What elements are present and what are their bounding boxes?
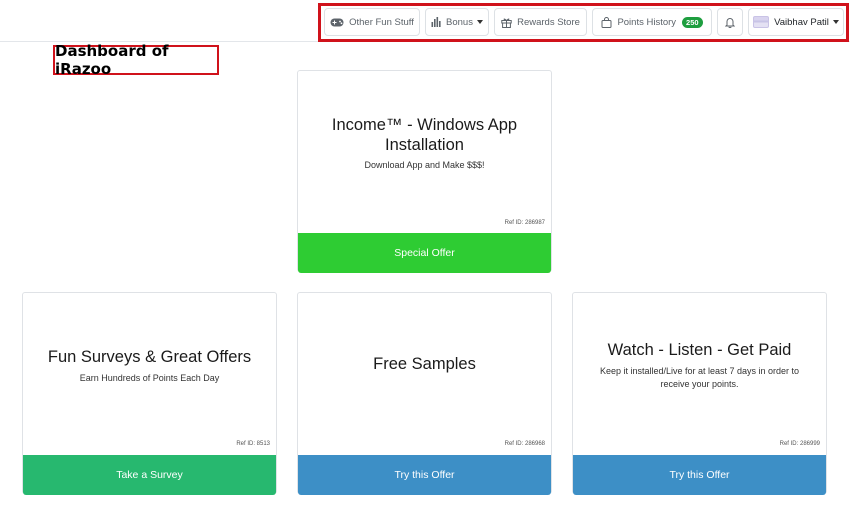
- offer-subtitle: Earn Hundreds of Points Each Day: [79, 373, 220, 383]
- offer-subtitle-line2: receive your points.: [660, 379, 739, 389]
- dashboard-annotation-label: Dashboard of iRazoo: [53, 42, 219, 78]
- offer-title-line1: Income™ - Windows App: [331, 116, 518, 134]
- offer-title-line2: Installation: [385, 136, 464, 154]
- offer-ref-id: Ref ID: 8513: [236, 441, 270, 447]
- offer-subtitle: Download App and Make $$$!: [364, 160, 485, 170]
- offer-card-income: Income™ - Windows App Installation Downl…: [297, 70, 552, 273]
- offer-subtitle-line1: Keep it installed/Live for at least 7 da…: [599, 366, 800, 376]
- offer-title: Free Samples: [373, 355, 476, 373]
- special-offer-button[interactable]: Special Offer: [298, 233, 551, 273]
- offer-title: Watch - Listen - Get Paid: [607, 341, 792, 359]
- offer-card-watch: Watch - Listen - Get Paid Keep it instal…: [572, 292, 827, 495]
- take-survey-button[interactable]: Take a Survey: [23, 455, 276, 495]
- offer-card-samples: Free Samples Ref ID: 286968 Try this Off…: [297, 292, 552, 495]
- offer-ref-id: Ref ID: 286968: [504, 441, 545, 447]
- offer-ref-id: Ref ID: 286999: [779, 441, 820, 447]
- try-offer-button[interactable]: Try this Offer: [298, 455, 551, 495]
- offer-ref-id: Ref ID: 286987: [504, 220, 545, 226]
- offer-title: Fun Surveys & Great Offers: [47, 348, 252, 366]
- try-offer-button[interactable]: Try this Offer: [573, 455, 826, 495]
- offer-card-surveys: Fun Surveys & Great Offers Earn Hundreds…: [22, 292, 277, 495]
- nav-highlight-box: [318, 3, 849, 42]
